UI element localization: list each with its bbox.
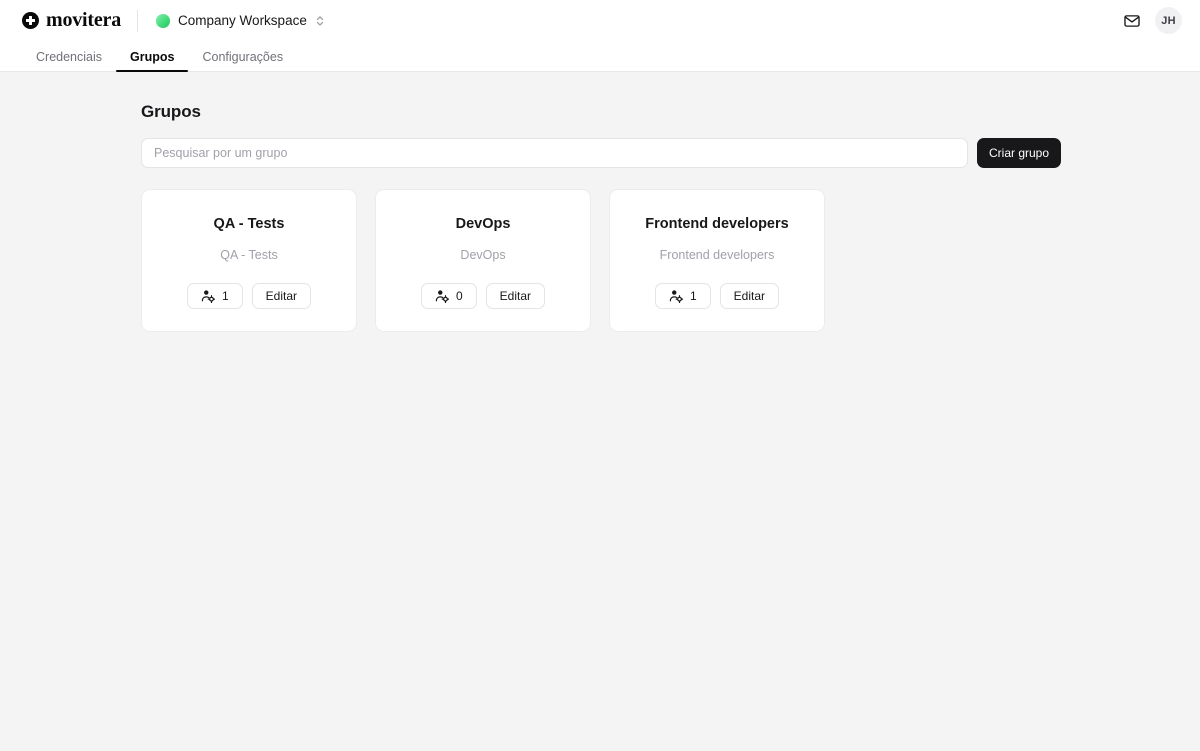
group-members-button[interactable]: 1 xyxy=(654,283,711,310)
group-title: Frontend developers xyxy=(645,216,789,232)
plus-circle-icon xyxy=(22,12,39,29)
header-actions: JH xyxy=(1123,7,1182,34)
workspace-selector[interactable]: Company Workspace xyxy=(154,11,327,30)
group-card-actions: 0 Editar xyxy=(420,283,546,310)
create-group-button[interactable]: Criar grupo xyxy=(977,138,1061,168)
mail-icon[interactable] xyxy=(1123,12,1141,30)
workspace-color-dot xyxy=(156,13,171,28)
group-members-count: 1 xyxy=(221,289,229,304)
group-card-actions: 1 Editar xyxy=(654,283,780,310)
group-description: Frontend developers xyxy=(659,248,775,263)
search-input[interactable] xyxy=(141,138,968,168)
user-cog-icon xyxy=(435,290,449,304)
tab-configuracoes[interactable]: Configurações xyxy=(188,50,297,72)
group-members-button[interactable]: 1 xyxy=(186,283,243,310)
group-description: DevOps xyxy=(460,248,506,263)
user-cog-icon xyxy=(201,290,215,304)
header-divider xyxy=(137,9,139,32)
chevron-up-down-icon xyxy=(316,15,324,26)
page-title: Grupos xyxy=(141,102,201,121)
groups-toolbar: Criar grupo xyxy=(141,138,1061,168)
group-description: QA - Tests xyxy=(220,248,278,263)
tab-grupos[interactable]: Grupos xyxy=(116,50,189,72)
group-edit-button[interactable]: Editar xyxy=(485,283,546,310)
user-cog-icon xyxy=(669,290,683,304)
brand-name: movitera xyxy=(46,9,122,31)
avatar[interactable]: JH xyxy=(1155,7,1182,34)
main-tabs: Credenciais Grupos Configurações xyxy=(0,41,1200,72)
main-content: Grupos Criar grupo QA - Tests QA - Tests xyxy=(0,72,1200,333)
group-title: DevOps xyxy=(455,216,511,232)
group-members-count: 1 xyxy=(689,289,697,304)
group-edit-button[interactable]: Editar xyxy=(251,283,312,310)
group-card[interactable]: Frontend developers Frontend developers … xyxy=(609,189,825,333)
tab-credenciais[interactable]: Credenciais xyxy=(22,50,116,72)
brand-logo[interactable]: movitera xyxy=(22,9,121,32)
workspace-name: Company Workspace xyxy=(178,13,307,28)
group-card-actions: 1 Editar xyxy=(186,283,312,310)
group-members-count: 0 xyxy=(455,289,463,304)
header-top-bar: movitera Company Workspace JH xyxy=(0,0,1200,41)
group-members-button[interactable]: 0 xyxy=(420,283,477,310)
content-container: Grupos Criar grupo QA - Tests QA - Tests xyxy=(141,102,1061,333)
group-card[interactable]: QA - Tests QA - Tests 1 Editar xyxy=(141,189,357,333)
group-title: QA - Tests xyxy=(213,216,285,232)
app-header: movitera Company Workspace JH Credenciai… xyxy=(0,0,1200,72)
group-edit-button[interactable]: Editar xyxy=(719,283,780,310)
groups-card-list: QA - Tests QA - Tests 1 Editar DevOps De… xyxy=(141,189,1061,333)
group-card[interactable]: DevOps DevOps 0 Editar xyxy=(375,189,591,333)
